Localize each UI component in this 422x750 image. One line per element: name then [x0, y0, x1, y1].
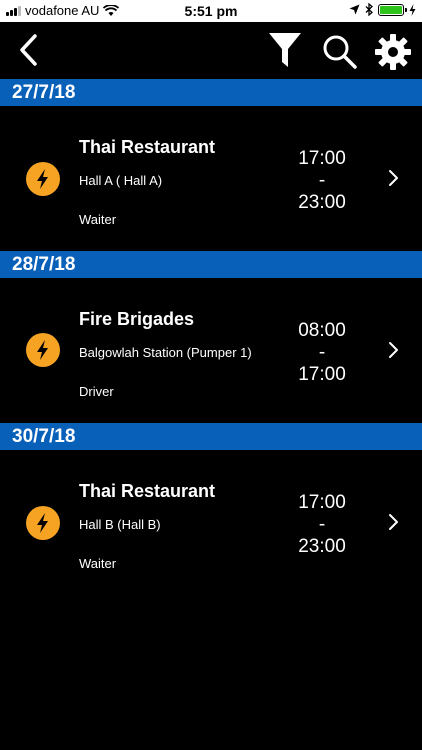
status-bar: vodafone AU 5:51 pm [0, 0, 422, 22]
lightning-icon [37, 513, 48, 533]
shift-row[interactable]: Thai Restaurant Hall B (Hall B) Waiter 1… [0, 450, 422, 595]
shift-time: 17:00 - 23:00 [290, 148, 354, 214]
shift-status-badge [26, 333, 60, 367]
search-icon[interactable] [322, 34, 358, 70]
shift-title: Fire Brigades [79, 309, 195, 329]
shift-end-time: 23:00 [298, 191, 346, 213]
shift-time-separator: - [318, 341, 326, 363]
location-arrow-icon [349, 4, 360, 15]
chevron-right-icon [389, 514, 398, 530]
shift-end-time: 23:00 [298, 535, 346, 557]
lightning-icon [37, 340, 48, 360]
shift-location: Hall B (Hall B) [79, 517, 161, 532]
nav-bar [0, 22, 422, 79]
shift-row[interactable]: Thai Restaurant Hall A ( Hall A) Waiter … [0, 106, 422, 251]
date-header: 30/7/18 [0, 423, 422, 450]
shift-title: Thai Restaurant [79, 137, 216, 157]
shift-role: Waiter [79, 212, 117, 227]
shift-end-time: 17:00 [298, 363, 346, 385]
shift-start-time: 17:00 [298, 148, 346, 169]
shift-title: Thai Restaurant [79, 481, 216, 501]
battery-icon [378, 3, 407, 16]
shift-status-badge [26, 506, 60, 540]
shift-start-time: 08:00 [298, 320, 346, 341]
shift-status-badge [26, 162, 60, 196]
gear-icon[interactable] [375, 34, 411, 70]
date-header: 28/7/18 [0, 251, 422, 278]
shift-time: 08:00 - 17:00 [290, 320, 354, 386]
back-arrow-icon[interactable] [16, 32, 40, 68]
shift-role: Waiter [79, 556, 117, 571]
chevron-right-icon [389, 170, 398, 186]
shift-time: 17:00 - 23:00 [290, 492, 354, 558]
filter-icon[interactable] [268, 31, 302, 69]
lightning-icon [37, 169, 48, 189]
shift-location: Hall A ( Hall A) [79, 173, 163, 188]
shift-time-separator: - [318, 513, 326, 535]
shift-location: Balgowlah Station (Pumper 1) [79, 345, 252, 360]
charging-bolt-icon [409, 3, 416, 16]
shift-start-time: 17:00 [298, 492, 346, 513]
shift-role: Driver [79, 384, 114, 399]
chevron-right-icon [389, 342, 398, 358]
shift-time-separator: - [318, 169, 326, 191]
shift-row[interactable]: Fire Brigades Balgowlah Station (Pumper … [0, 278, 422, 423]
bluetooth-icon [365, 3, 373, 16]
date-header: 27/7/18 [0, 79, 422, 106]
status-right [349, 3, 416, 16]
